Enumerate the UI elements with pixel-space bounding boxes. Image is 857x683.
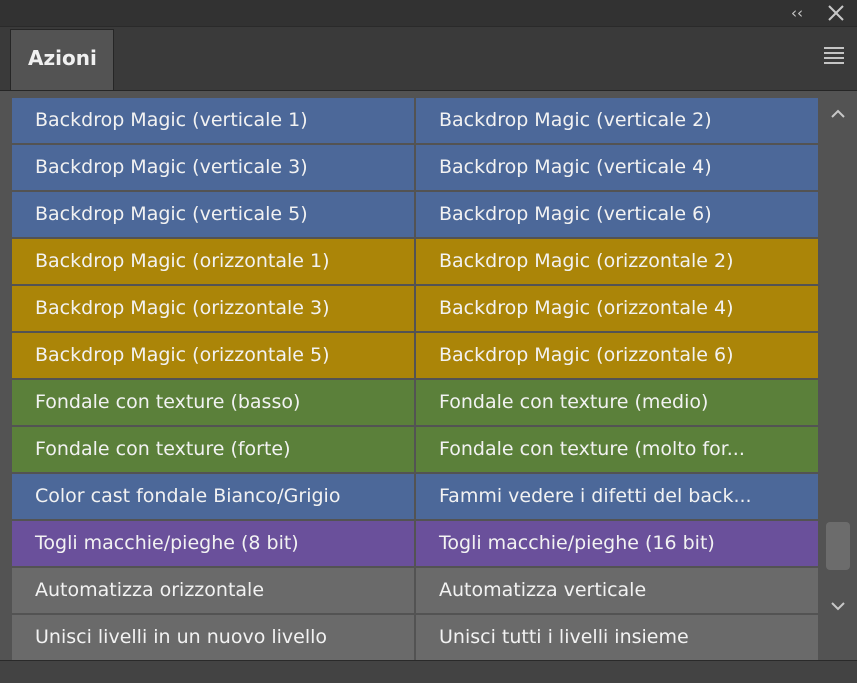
action-row: Backdrop Magic (verticale 5) Backdrop Mag… <box>12 192 820 239</box>
action-button[interactable]: Backdrop Magic (orizzontale 1) <box>12 239 414 284</box>
action-row: Color cast fondale Bianco/Grigio Fammi ve… <box>12 474 820 521</box>
vertical-scrollbar[interactable] <box>822 98 855 658</box>
tab-label: Azioni <box>28 46 97 70</box>
action-button[interactable]: Backdrop Magic (orizzontale 6) <box>416 333 818 378</box>
action-button[interactable]: Unisci tutti i livelli insieme <box>416 615 818 660</box>
action-button[interactable]: Backdrop Magic (verticale 6) <box>416 192 818 237</box>
scroll-thumb[interactable] <box>826 522 850 571</box>
action-row: Backdrop Magic (verticale 1) Backdrop Mag… <box>12 98 820 145</box>
action-button[interactable]: Backdrop Magic (verticale 2) <box>416 98 818 143</box>
action-button[interactable]: Automatizza orizzontale <box>12 568 414 613</box>
action-button[interactable]: Fondale con texture (forte) <box>12 427 414 472</box>
action-row: Fondale con texture (basso) Fondale con t… <box>12 380 820 427</box>
action-row: Backdrop Magic (orizzontale 5) Backdrop M… <box>12 333 820 380</box>
action-button[interactable]: Backdrop Magic (orizzontale 2) <box>416 239 818 284</box>
actions-panel: ‹‹ Azioni Backdrop Magic (verticale 1) Ba… <box>0 0 857 683</box>
panel-tab-bar: Azioni <box>0 26 857 91</box>
action-button[interactable]: Backdrop Magic (verticale 4) <box>416 145 818 190</box>
panel-titlebar: ‹‹ <box>0 0 857 26</box>
panel-bottom-bar <box>0 660 857 683</box>
action-row: Unisci livelli in un nuovo livello Unisci… <box>12 615 820 662</box>
panel-menu-icon[interactable] <box>824 47 846 65</box>
action-button[interactable]: Backdrop Magic (orizzontale 5) <box>12 333 414 378</box>
scroll-down-icon[interactable] <box>830 598 846 614</box>
action-row: Togli macchie/pieghe (8 bit) Togli macchi… <box>12 521 820 568</box>
action-button[interactable]: Backdrop Magic (verticale 5) <box>12 192 414 237</box>
action-button[interactable]: Togli macchie/pieghe (8 bit) <box>12 521 414 566</box>
action-row: Fondale con texture (forte) Fondale con t… <box>12 427 820 474</box>
action-button[interactable]: Automatizza verticale <box>416 568 818 613</box>
actions-grid: Backdrop Magic (verticale 1) Backdrop Mag… <box>12 98 820 662</box>
actions-list-area: Backdrop Magic (verticale 1) Backdrop Mag… <box>0 90 857 683</box>
action-button[interactable]: Backdrop Magic (verticale 3) <box>12 145 414 190</box>
action-button[interactable]: Fammi vedere i difetti del back... <box>416 474 818 519</box>
action-row: Automatizza orizzontale Automatizza verti… <box>12 568 820 615</box>
action-button[interactable]: Unisci livelli in un nuovo livello <box>12 615 414 660</box>
action-button[interactable]: Fondale con texture (molto for... <box>416 427 818 472</box>
action-button[interactable]: Fondale con texture (medio) <box>416 380 818 425</box>
action-button[interactable]: Togli macchie/pieghe (16 bit) <box>416 521 818 566</box>
scroll-up-icon[interactable] <box>830 106 846 122</box>
action-button[interactable]: Color cast fondale Bianco/Grigio <box>12 474 414 519</box>
action-row: Backdrop Magic (orizzontale 3) Backdrop M… <box>12 286 820 333</box>
close-icon[interactable] <box>824 3 848 23</box>
action-button[interactable]: Backdrop Magic (orizzontale 3) <box>12 286 414 331</box>
action-button[interactable]: Fondale con texture (basso) <box>12 380 414 425</box>
tab-azioni[interactable]: Azioni <box>10 29 114 91</box>
action-row: Backdrop Magic (orizzontale 1) Backdrop M… <box>12 239 820 286</box>
action-button[interactable]: Backdrop Magic (verticale 1) <box>12 98 414 143</box>
collapse-panels-icon[interactable]: ‹‹ <box>785 3 809 23</box>
action-row: Backdrop Magic (verticale 3) Backdrop Mag… <box>12 145 820 192</box>
action-button[interactable]: Backdrop Magic (orizzontale 4) <box>416 286 818 331</box>
